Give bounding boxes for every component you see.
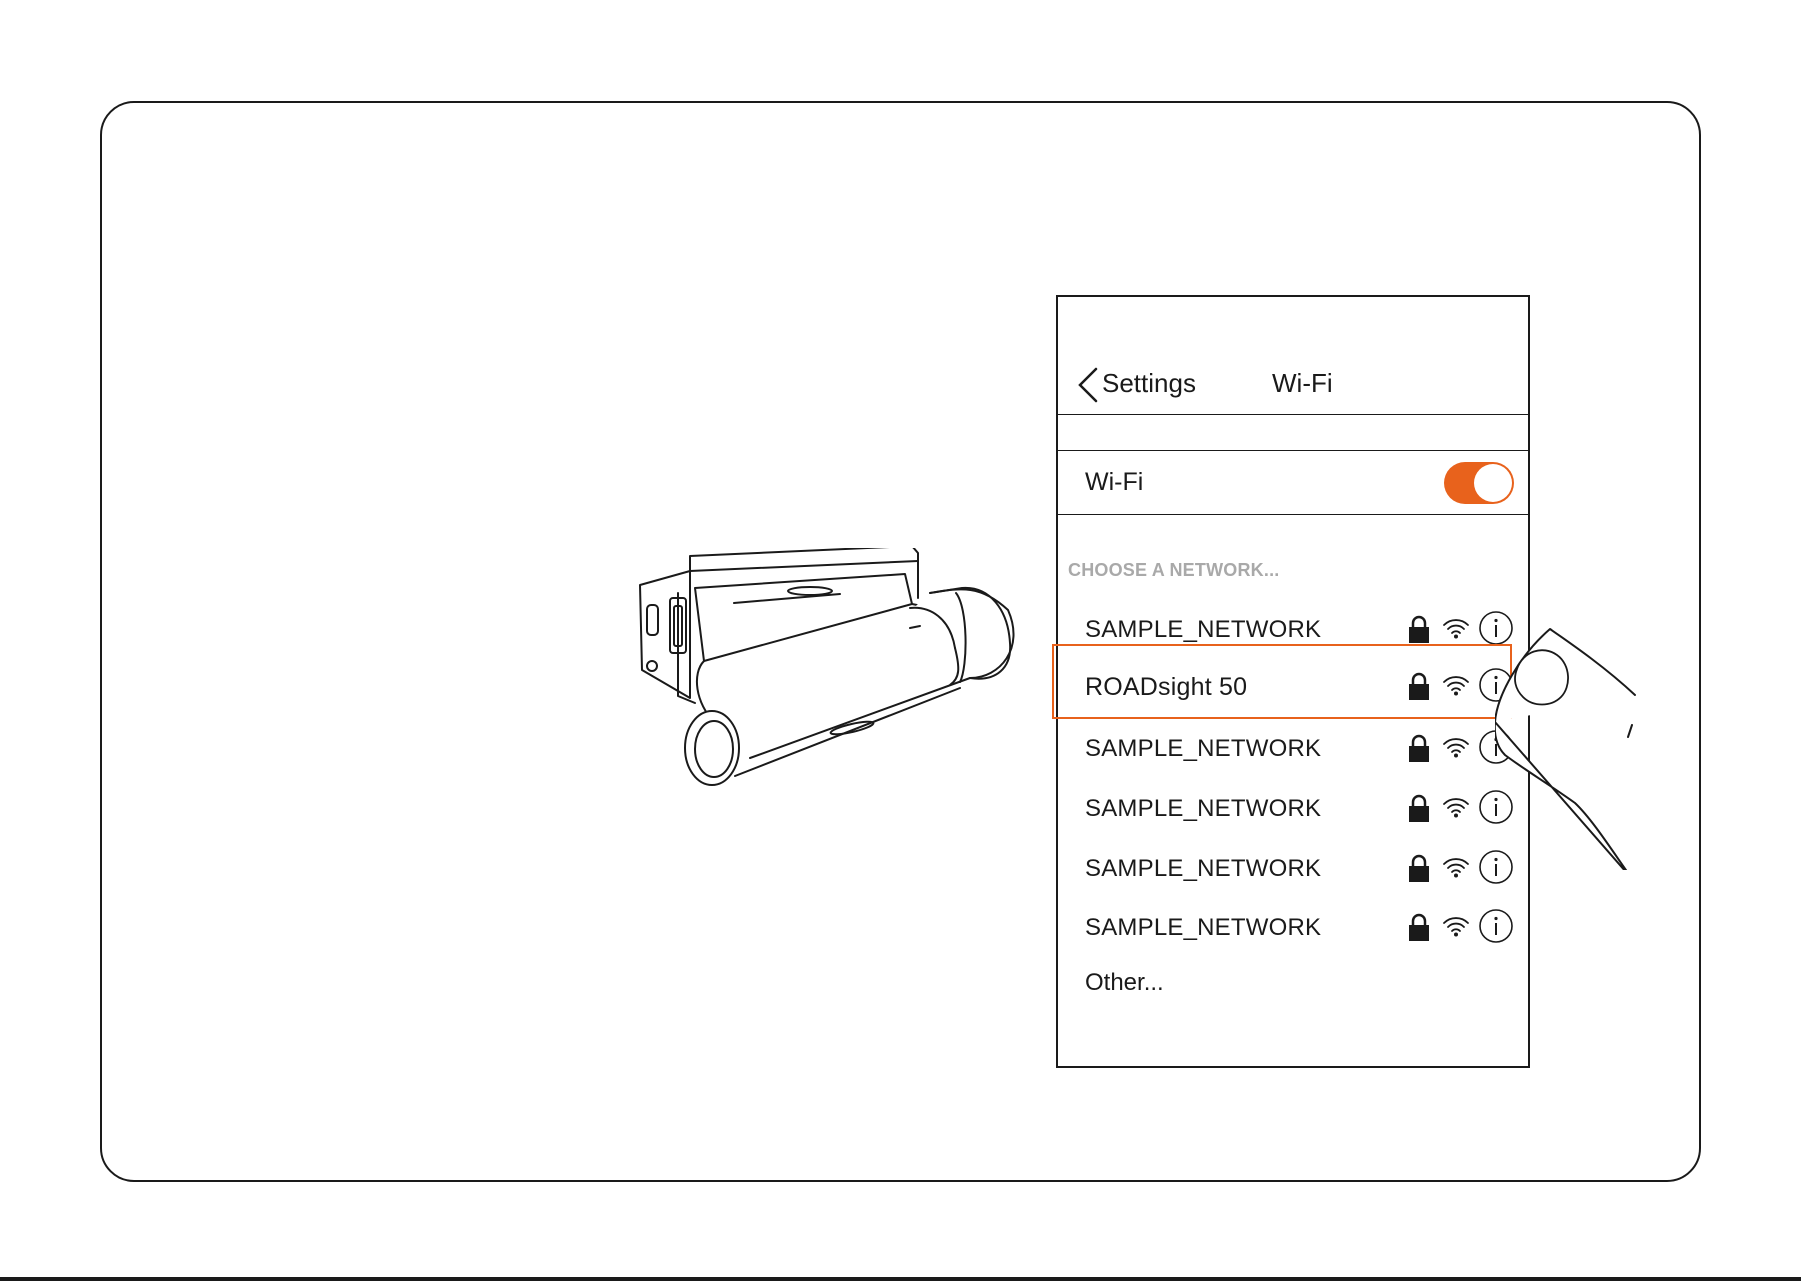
nav-bar: Settings Wi-Fi: [1058, 297, 1528, 415]
wifi-signal-icon: [1443, 738, 1469, 758]
network-name: SAMPLE_NETWORK: [1085, 795, 1322, 822]
wifi-signal-icon: [1443, 858, 1469, 878]
dashcam-illustration: [639, 548, 1015, 786]
lock-icon: [1409, 615, 1429, 643]
chevron-left-icon[interactable]: [1076, 367, 1100, 403]
lock-icon: [1409, 854, 1429, 882]
wifi-signal-icon: [1443, 798, 1469, 818]
wifi-toggle-label: Wi-Fi: [1085, 468, 1144, 496]
network-name: SAMPLE_NETWORK: [1085, 616, 1322, 643]
wifi-signal-icon: [1443, 917, 1469, 937]
lock-icon: [1409, 913, 1429, 941]
tapping-finger-illustration: [1495, 628, 1636, 870]
network-row[interactable]: SAMPLE_NETWORK: [1058, 843, 1528, 895]
back-button[interactable]: Settings: [1102, 368, 1196, 399]
network-row[interactable]: SAMPLE_NETWORK: [1058, 723, 1528, 775]
network-name: SAMPLE_NETWORK: [1085, 914, 1322, 941]
page-title: Wi-Fi: [1272, 368, 1333, 398]
page-bottom-rule: [0, 1277, 1801, 1281]
lock-icon: [1409, 794, 1429, 822]
info-icon[interactable]: [1478, 908, 1514, 944]
network-row[interactable]: SAMPLE_NETWORK: [1058, 902, 1528, 954]
toggle-knob: [1474, 464, 1512, 502]
other-network-option[interactable]: Other...: [1085, 969, 1164, 997]
selected-network-highlight: [1052, 644, 1512, 719]
network-name: SAMPLE_NETWORK: [1085, 735, 1322, 762]
network-row[interactable]: SAMPLE_NETWORK: [1058, 783, 1528, 835]
network-name: SAMPLE_NETWORK: [1085, 855, 1322, 882]
lock-icon: [1409, 734, 1429, 762]
wifi-signal-icon: [1443, 619, 1469, 639]
wifi-toggle-row: Wi-Fi: [1058, 450, 1528, 515]
choose-network-header: CHOOSE A NETWORK...: [1068, 560, 1280, 580]
wifi-toggle-switch[interactable]: [1444, 462, 1514, 504]
